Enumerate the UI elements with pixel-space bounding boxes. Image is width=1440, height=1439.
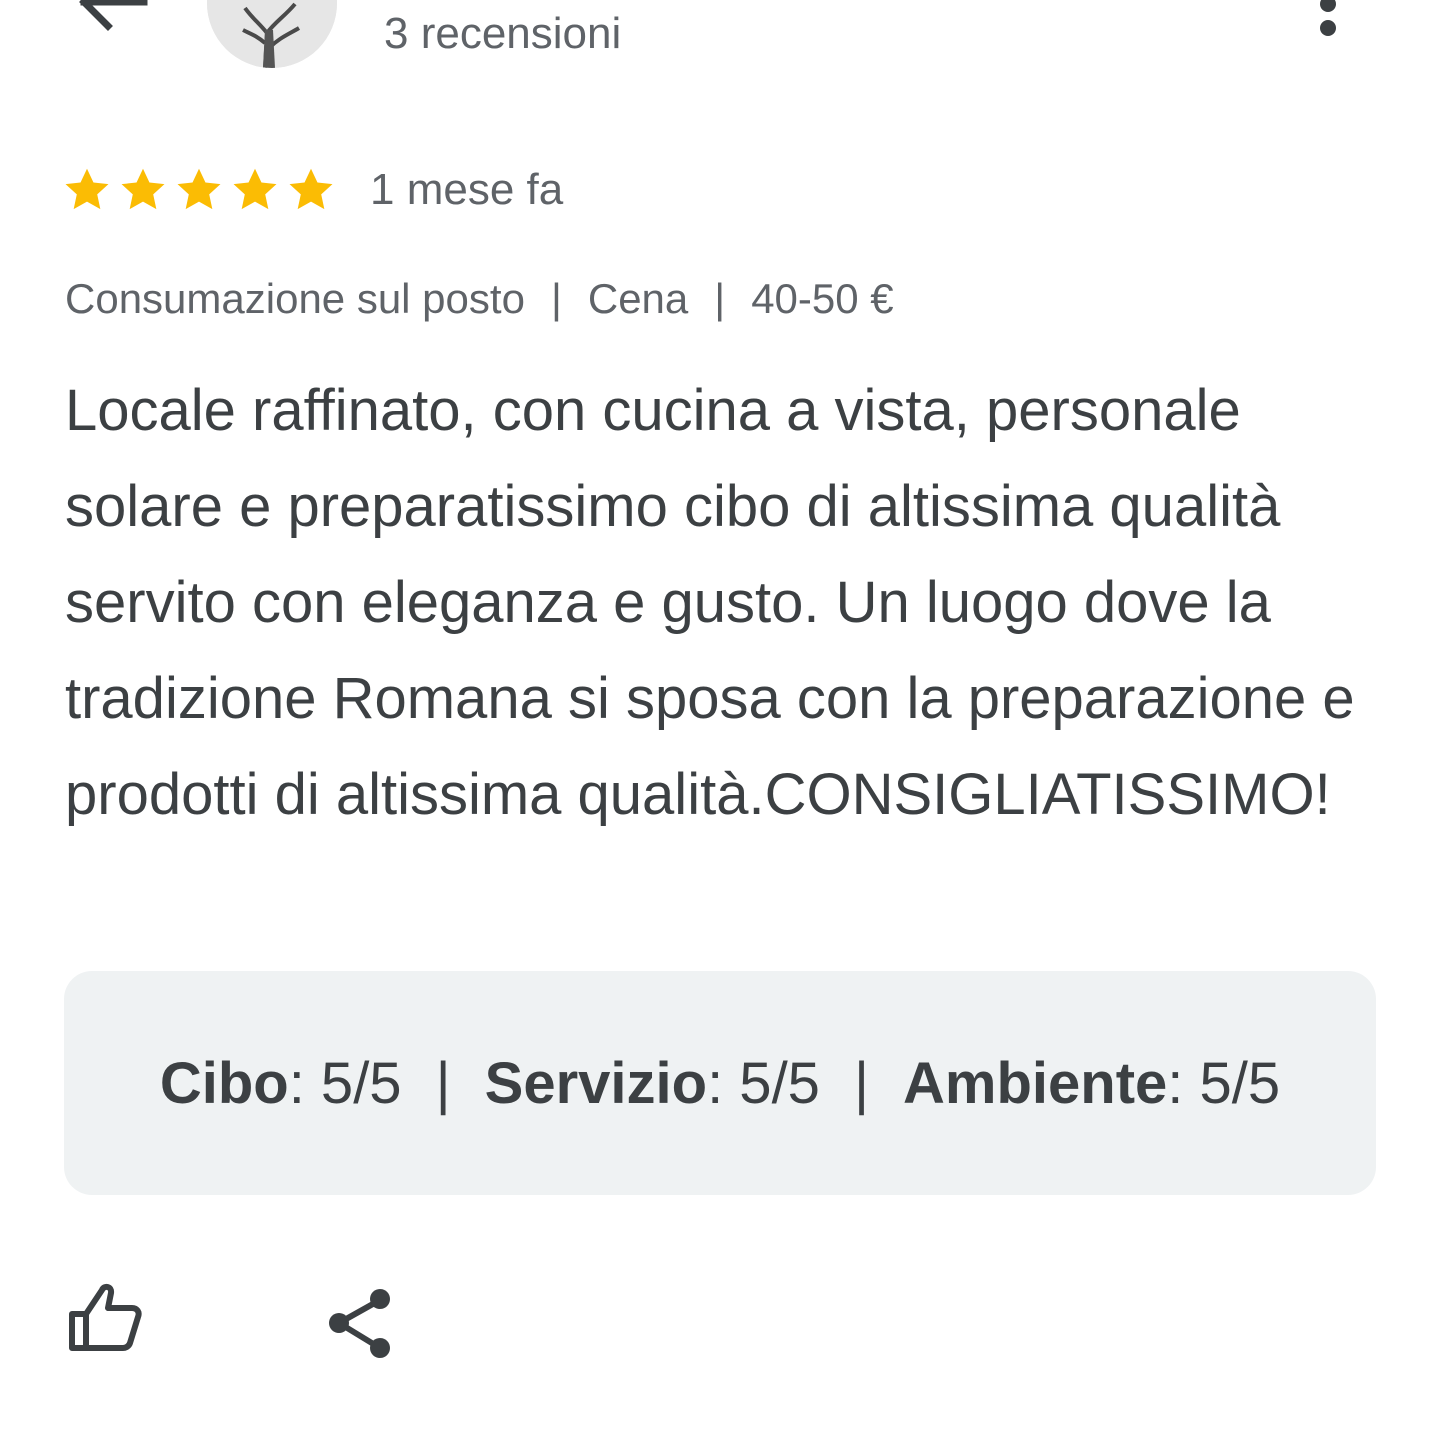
meta-separator: |	[714, 275, 726, 322]
score-ambience-value: : 5/5	[1167, 1050, 1281, 1116]
like-button[interactable]	[66, 1280, 146, 1354]
star-icon	[286, 165, 336, 215]
review-meta: Consumazione sul posto | Cena | 40-50 €	[65, 274, 894, 324]
score-service-label: Servizio	[484, 1050, 708, 1116]
thumb-up-icon	[69, 1283, 142, 1351]
score-separator: |	[853, 1050, 870, 1116]
score-separator: |	[435, 1050, 451, 1116]
arrow-back-icon	[79, 0, 148, 31]
share-button[interactable]	[326, 1286, 396, 1360]
avatar[interactable]	[207, 0, 337, 68]
meta-separator: |	[550, 275, 562, 322]
share-icon	[329, 1289, 390, 1358]
score-ambience-label: Ambiente	[903, 1050, 1168, 1116]
star-rating	[62, 165, 336, 215]
scores-summary: Cibo: 5/5 | Servizio: 5/5 | Ambiente: 5/…	[64, 971, 1376, 1195]
avatar-tree-image	[207, 0, 337, 68]
rating-row: 1 mese fa	[62, 160, 563, 220]
meta-meal-type: Cena	[587, 275, 689, 322]
star-icon	[174, 165, 224, 215]
review-text: Locale raffinato, con cucina a vista, pe…	[65, 378, 1355, 827]
star-icon	[118, 165, 168, 215]
score-service-value: : 5/5	[707, 1050, 820, 1116]
score-food-value: : 5/5	[288, 1050, 402, 1116]
score-food-label: Cibo	[159, 1050, 289, 1116]
more-options-button[interactable]	[1300, 0, 1356, 40]
star-icon	[62, 165, 112, 215]
meta-price-range: 40-50 €	[751, 275, 894, 322]
meta-service-type: Consumazione sul posto	[65, 275, 525, 322]
star-icon	[230, 165, 280, 215]
more-vert-icon	[1320, 0, 1336, 36]
reviewer-reviews-count: 3 recensioni	[384, 9, 622, 58]
back-button[interactable]	[70, 0, 160, 40]
review-date: 1 mese fa	[370, 165, 564, 214]
